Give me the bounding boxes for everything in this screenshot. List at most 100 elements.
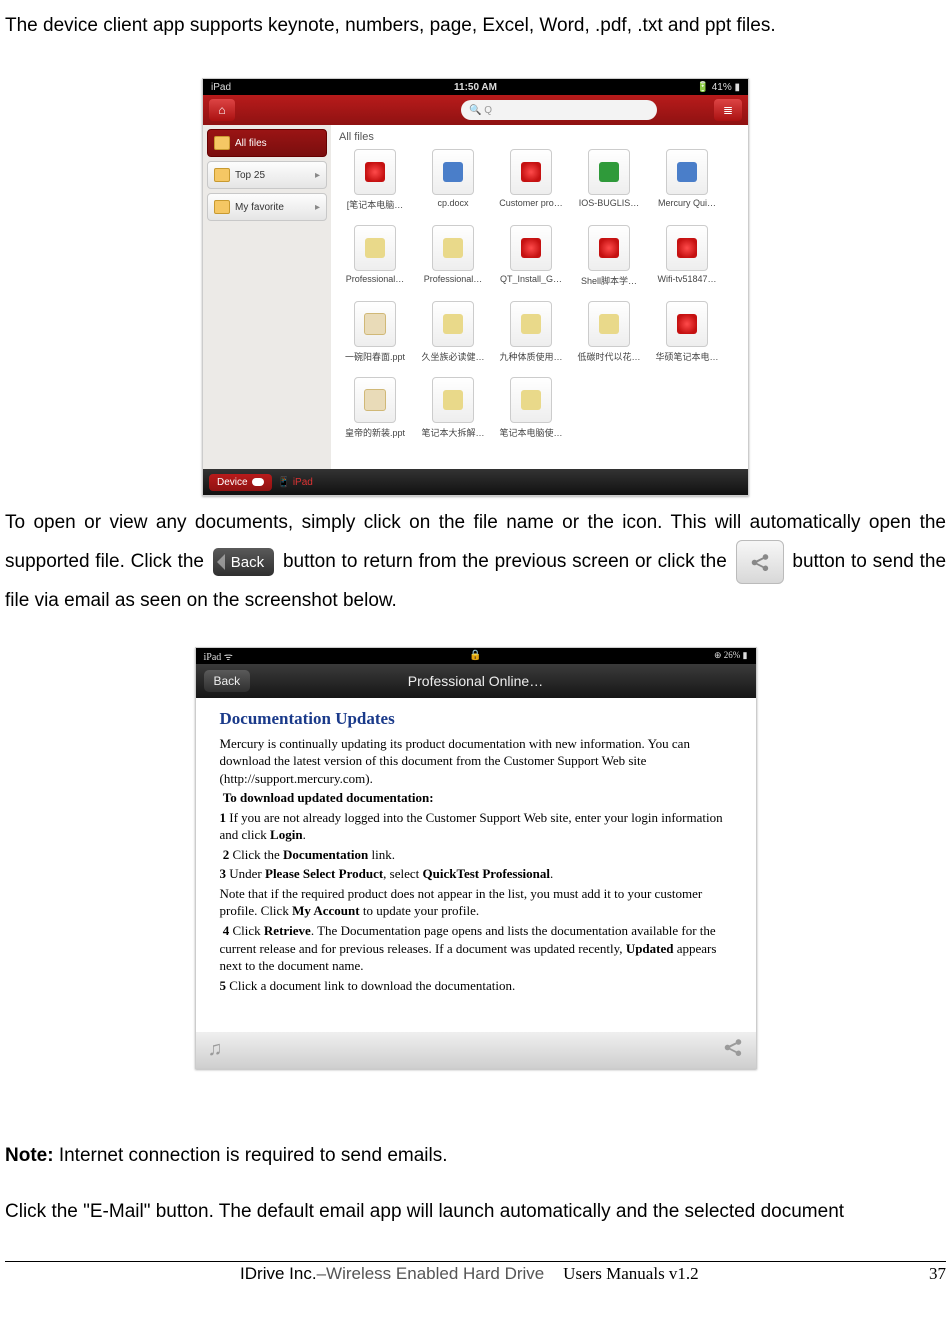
folder-icon [214, 200, 230, 214]
file-item[interactable]: 低碳时代以花… [573, 301, 645, 375]
file-icon [666, 149, 708, 195]
doc-step-3: 3 Under Please Select Product, select Qu… [220, 865, 732, 883]
device-tab[interactable]: Device [209, 474, 272, 491]
file-icon [510, 225, 552, 271]
list-mode-button[interactable]: ≣ [714, 99, 742, 121]
file-label: Wifi-tv51847… [657, 274, 716, 284]
file-item[interactable]: 华硕笔记本电… [651, 301, 723, 375]
folder-icon [214, 168, 230, 182]
file-item[interactable]: Mercury Qui… [651, 149, 723, 223]
open-docs-paragraph: To open or view any documents, simply cl… [5, 506, 946, 618]
file-browser-screenshot: iPad 11:50 AM 🔋 41% ▮ ⌂ 🔍 Q ≣ All files T… [202, 78, 749, 496]
file-icon [354, 301, 396, 347]
file-label: Customer pro… [499, 198, 563, 208]
file-item[interactable]: 久坐族必读健… [417, 301, 489, 375]
doc-step-2: 2 Click the Documentation link. [220, 846, 732, 864]
file-icon [588, 301, 630, 347]
sidebar-item[interactable]: Top 25▸ [207, 161, 327, 189]
viewer-toolbar: Back Professional Online… [196, 664, 756, 698]
viewer-bottom-bar: ♫ [196, 1032, 756, 1068]
status-bar: iPad 11:50 AM 🔋 41% ▮ [203, 79, 748, 95]
file-icon [432, 225, 474, 271]
file-item[interactable]: 九种体质使用… [495, 301, 567, 375]
doc-subheading: To download updated documentation: [220, 789, 732, 807]
file-label: Mercury Qui… [658, 198, 716, 208]
file-icon [354, 149, 396, 195]
file-label: Professional… [424, 274, 483, 284]
footer-company: IDrive Inc. [240, 1264, 317, 1283]
file-label: 笔记本电脑使… [499, 426, 562, 439]
music-icon[interactable]: ♫ [208, 1038, 223, 1061]
file-item[interactable]: Wifi-tv51847… [651, 225, 723, 299]
ipad-tab[interactable]: 📱 iPad [278, 477, 313, 488]
back-button-graphic: Back [213, 548, 274, 576]
doc-para: Mercury is continually updating its prod… [220, 735, 732, 788]
bottom-tab-bar: Device 📱 iPad [203, 469, 748, 495]
file-item[interactable]: IOS-BUGLIS… [573, 149, 645, 223]
device-icon [252, 478, 264, 486]
file-item[interactable]: Professional… [339, 225, 411, 299]
file-label: IOS-BUGLIS… [579, 198, 640, 208]
share-button-graphic [736, 540, 784, 584]
file-item[interactable]: Shell脚本学… [573, 225, 645, 299]
share-button[interactable] [722, 1036, 744, 1064]
footer-left: IDrive Inc.–Wireless Enabled Hard Drive … [240, 1264, 699, 1284]
doc-note: Note that if the required product does n… [220, 885, 732, 920]
share-icon [722, 1036, 744, 1058]
file-label: 一碗阳春面.ppt [345, 350, 405, 363]
sidebar-item[interactable]: All files [207, 129, 327, 157]
sidebar-item[interactable]: My favorite▸ [207, 193, 327, 221]
file-icon [588, 149, 630, 195]
file-item[interactable]: 皇帝的新装.ppt [339, 377, 411, 451]
file-item[interactable]: 笔记本大拆解… [417, 377, 489, 451]
note-label: Note: [5, 1145, 54, 1166]
doc-step-1: 1 If you are not already logged into the… [220, 809, 732, 844]
share-icon [749, 551, 771, 573]
file-icon [666, 225, 708, 271]
page-footer: . IDrive Inc.–Wireless Enabled Hard Driv… [5, 1261, 946, 1284]
file-item[interactable]: 笔记本电脑使… [495, 377, 567, 451]
file-icon [432, 149, 474, 195]
sidebar: All filesTop 25▸My favorite▸ [203, 125, 331, 469]
file-icon [354, 377, 396, 423]
footer-product: –Wireless Enabled Hard Drive [317, 1264, 545, 1283]
file-icon [432, 377, 474, 423]
file-label: QT_Install_G… [500, 274, 562, 284]
file-item[interactable]: Professional… [417, 225, 489, 299]
files-pane: All files [笔记本电脑…cp.docx Customer pro… IOS… [331, 125, 748, 469]
doc-step-4: 4 Click Retrieve. The Documentation page… [220, 922, 732, 975]
note-text: Internet connection is required to send … [54, 1145, 448, 1166]
status-bar-2: iPad ᯤ 🔒 ⊕ 26% ▮ [196, 648, 756, 664]
search-placeholder: Q [484, 105, 492, 116]
file-label: 九种体质使用… [499, 350, 562, 363]
home-button[interactable]: ⌂ [209, 99, 235, 121]
file-icon [510, 377, 552, 423]
file-item[interactable]: [笔记本电脑… [339, 149, 411, 223]
files-pane-title: All files [339, 131, 740, 143]
file-label: 久坐族必读健… [421, 350, 484, 363]
file-label: 华硕笔记本电… [655, 350, 718, 363]
search-field[interactable]: 🔍 Q [461, 100, 657, 120]
document-title: Professional Online… [196, 673, 756, 689]
file-item[interactable]: 一碗阳春面.ppt [339, 301, 411, 375]
chevron-right-icon: ▸ [315, 202, 320, 213]
file-icon [510, 149, 552, 195]
note-paragraph: Note: Internet connection is required to… [5, 1139, 946, 1173]
sidebar-label: Top 25 [235, 170, 265, 181]
text-run: button to return from the previous scree… [283, 551, 733, 572]
file-label: 笔记本大拆解… [421, 426, 484, 439]
folder-icon [214, 136, 230, 150]
file-item[interactable]: QT_Install_G… [495, 225, 567, 299]
file-item[interactable]: cp.docx [417, 149, 489, 223]
document-viewer-screenshot: iPad ᯤ 🔒 ⊕ 26% ▮ Back Professional Onlin… [195, 647, 757, 1069]
file-icon [354, 225, 396, 271]
intro-paragraph: The device client app supports keynote, … [5, 9, 946, 43]
file-icon [510, 301, 552, 347]
file-item[interactable]: Customer pro… [495, 149, 567, 223]
doc-heading: Documentation Updates [220, 708, 732, 731]
file-icon [432, 301, 474, 347]
status-lock-icon: 🔒 [0, 650, 951, 661]
file-grid: [笔记本电脑…cp.docx Customer pro… IOS-BUGLIS… Me… [339, 149, 740, 451]
file-icon [666, 301, 708, 347]
email-paragraph: Click the "E-Mail" button. The default e… [5, 1195, 946, 1229]
